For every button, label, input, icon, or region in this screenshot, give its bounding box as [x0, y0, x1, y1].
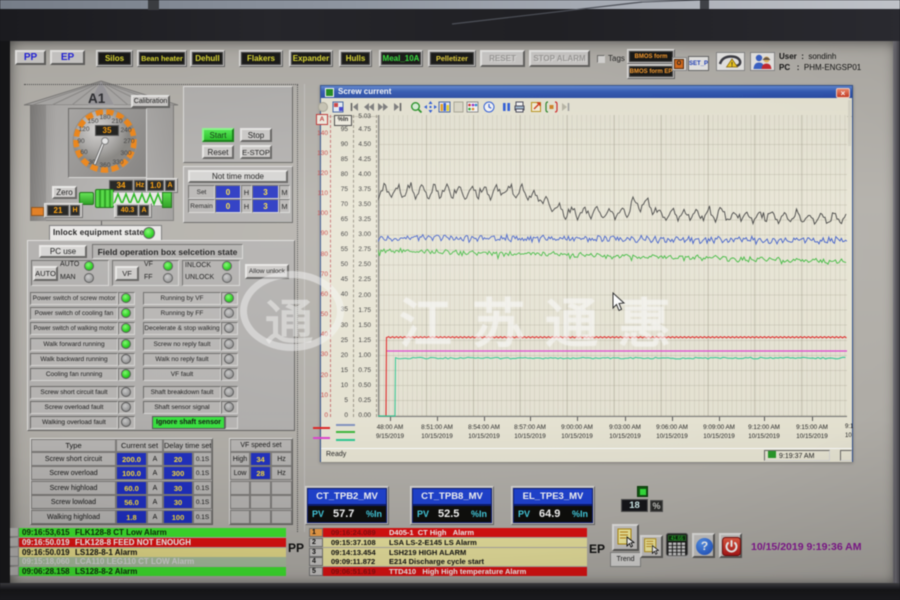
svg-text:41.66: 41.66	[671, 536, 684, 542]
svg-text:!: !	[731, 63, 733, 69]
